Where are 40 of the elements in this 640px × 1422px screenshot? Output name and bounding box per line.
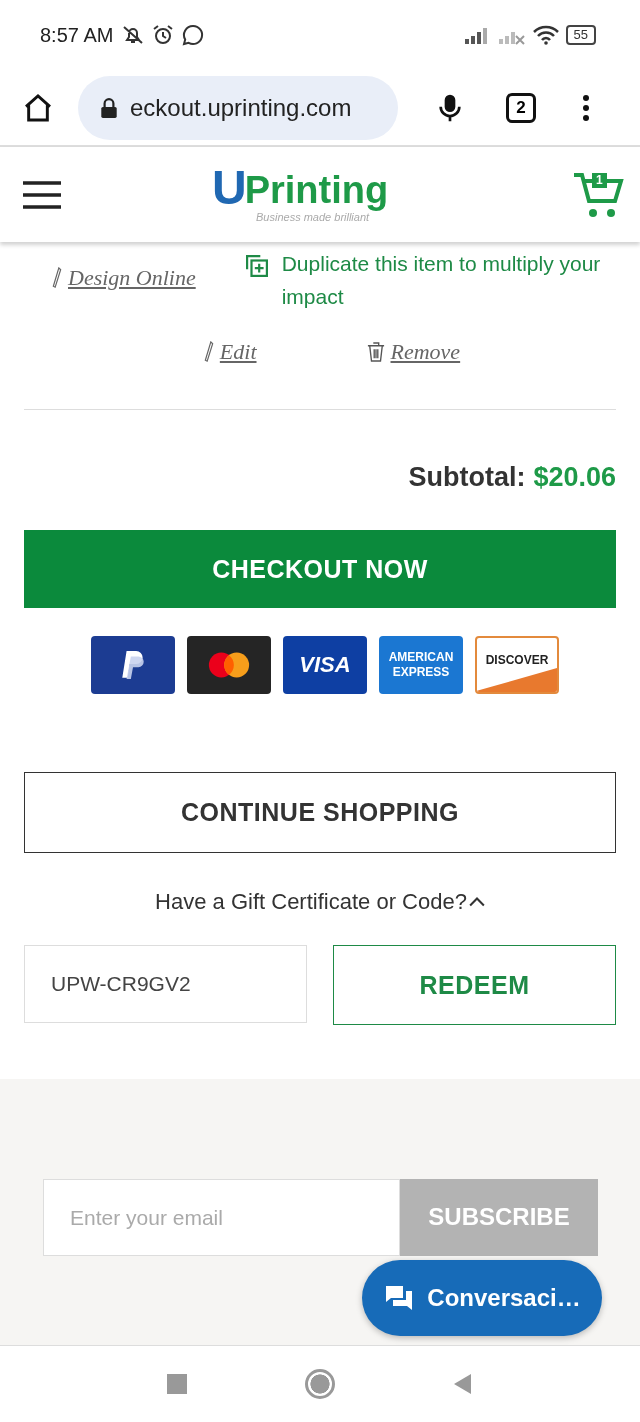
caret-icon[interactable] [468,896,485,908]
edit-link[interactable]: Edit [203,339,257,365]
tab-count-button[interactable]: 2 [506,92,536,123]
chat-button[interactable]: Conversaci… [362,1260,602,1336]
email-field[interactable]: Enter your email [43,1179,400,1256]
subtotal-label: Subtotal: [408,462,526,493]
subtotal-amount: $20.06 [533,462,616,493]
remove-link[interactable]: Remove [366,339,461,365]
logo-tagline: Business made brilliant [256,211,370,223]
chat-bubble-icon [181,23,206,47]
address-bar[interactable]: eckout.uprinting.com [78,75,398,140]
discover-logo: DISCOVER [475,636,559,694]
cart-icon[interactable] [572,170,624,219]
more-menu-icon[interactable] [582,93,590,122]
menu-icon[interactable] [22,179,62,210]
checkout-button[interactable]: CHECKOUT NOW [24,530,616,608]
lock-icon [100,96,118,119]
home-icon[interactable] [22,91,54,124]
duplicate-item-link[interactable]: Duplicate this item to multiply your impact [281,247,602,313]
design-online-link[interactable]: Design Online [52,265,196,291]
logo-mark[interactable]: U [212,166,247,210]
wifi-icon [531,25,560,45]
gift-code-field[interactable]: UPW-CR9GV2 [24,945,307,1023]
trash-icon [366,341,385,363]
status-time: 8:57 AM [40,23,114,47]
pencil-icon [203,341,214,363]
pencil-icon [52,267,62,289]
battery-indicator: 55 [565,25,596,45]
visa-logo: VISA [283,636,367,694]
chat-icon [385,1285,414,1311]
duplicate-icon[interactable] [245,255,268,277]
redeem-button[interactable]: REDEEM [333,945,616,1025]
home-button[interactable] [305,1369,335,1399]
cart-count-badge: 1 [592,172,607,188]
continue-shopping-button[interactable]: CONTINUE SHOPPING [24,772,616,853]
url-text: eckout.uprinting.com [130,93,352,122]
gift-code-toggle[interactable]: Have a Gift Certificate or Code? [155,889,467,915]
back-button[interactable] [453,1373,473,1395]
logo-wordmark[interactable]: Printing [244,170,389,210]
amex-logo: AMERICAN EXPRESS [379,636,463,694]
